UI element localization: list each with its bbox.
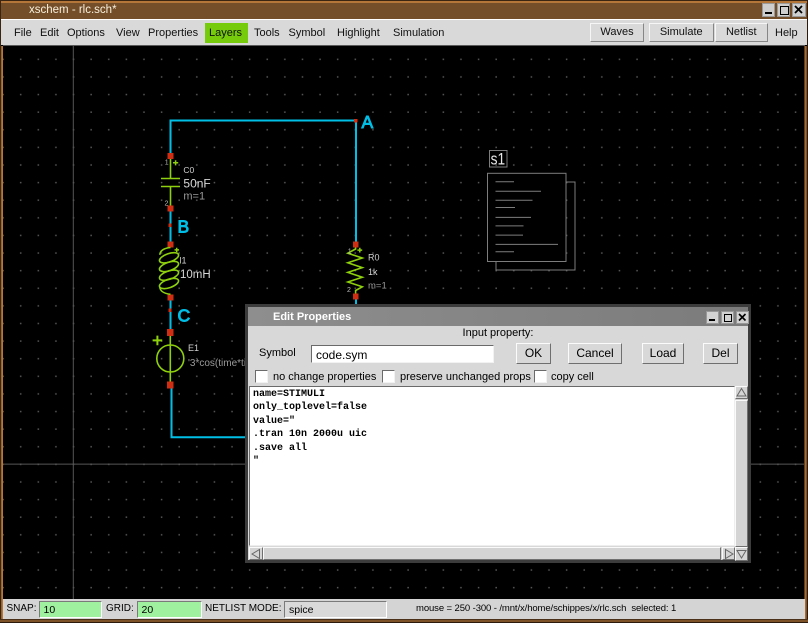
svg-text:C: C [178,306,191,326]
svg-text:m=1: m=1 [368,280,387,291]
svg-text:l1: l1 [180,255,187,265]
svg-text:10mH: 10mH [180,269,211,281]
svg-text:2: 2 [165,201,169,208]
svg-text:A: A [362,112,374,132]
svg-text:1: 1 [348,249,352,256]
svg-text:B: B [178,216,190,236]
svg-text:'3*cos(time*ti: '3*cos(time*ti [188,358,246,369]
svg-text:50nF: 50nF [183,176,210,190]
svg-text:1k: 1k [368,267,378,277]
svg-text:E1: E1 [188,343,199,353]
svg-text:1: 1 [165,160,169,167]
svg-text:C0: C0 [183,165,194,175]
svg-text:2: 2 [347,287,351,294]
svg-text:s1: s1 [491,150,506,168]
svg-text:R0: R0 [368,252,380,262]
svg-text:m=1: m=1 [183,191,205,203]
